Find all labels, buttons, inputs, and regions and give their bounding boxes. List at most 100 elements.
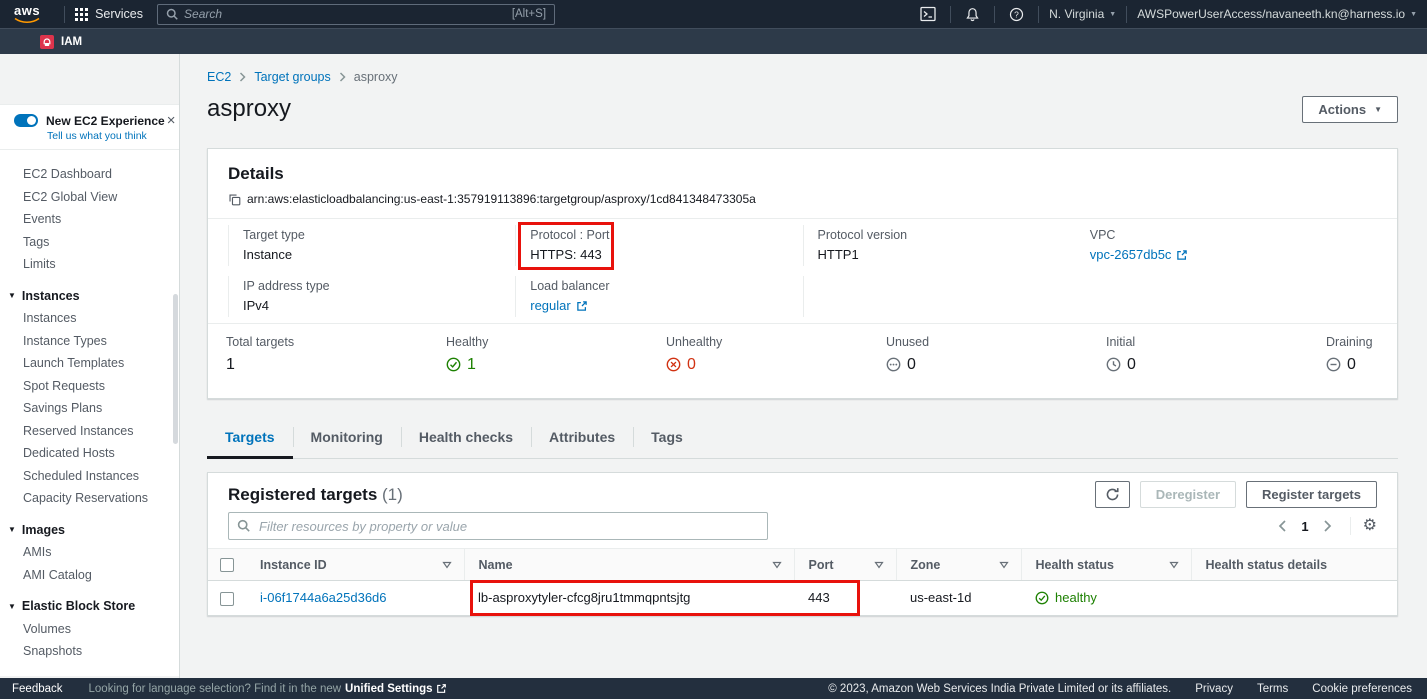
select-all-checkbox[interactable]	[220, 558, 234, 572]
nav-divider	[1038, 6, 1039, 23]
target-counters: Total targets 1 He	[208, 324, 1397, 398]
sort-icon[interactable]	[442, 561, 452, 569]
target-group-arn: arn:aws:elasticloadbalancing:us-east-1:3…	[247, 192, 756, 206]
sidebar-item[interactable]: Scheduled Instances	[0, 465, 179, 488]
counter: Unhealthy 0	[666, 334, 886, 374]
targets-table: Instance ID Name Port Zone Health status…	[208, 548, 1397, 615]
sidebar-item[interactable]: Tags	[0, 231, 179, 254]
sidebar-item[interactable]: Spot Requests	[0, 375, 179, 398]
counter: Healthy 1	[446, 334, 666, 374]
tab[interactable]: Tags	[633, 417, 701, 459]
cloudshell-button[interactable]	[916, 6, 940, 22]
actions-button[interactable]: Actions ▼	[1302, 96, 1398, 123]
detail-field	[1090, 276, 1377, 317]
sidebar-item[interactable]: Instance Types	[0, 330, 179, 353]
deregister-button[interactable]: Deregister	[1140, 481, 1236, 508]
table-row: i-06f1744a6a25d36d6 lb-asproxytyler-cfcg…	[208, 581, 1397, 615]
breadcrumb: EC2 Target groups asproxy	[207, 70, 1398, 84]
filter-input[interactable]	[228, 512, 768, 540]
sidebar-item[interactable]: Capacity Reservations	[0, 487, 179, 510]
counter-label: Initial	[1106, 334, 1326, 350]
column-header-instance-id[interactable]: Instance ID	[246, 549, 464, 581]
sidebar-item[interactable]: Dedicated Hosts	[0, 442, 179, 465]
external-link-icon	[1176, 249, 1188, 261]
current-page: 1	[1297, 519, 1312, 534]
settings-gear-icon[interactable]: ⚙	[1363, 518, 1377, 534]
sidebar-scrollbar[interactable]	[173, 294, 178, 444]
sidebar-item[interactable]: Savings Plans	[0, 397, 179, 420]
pagination: 1 ⚙	[1272, 517, 1377, 535]
search-input[interactable]	[184, 7, 512, 21]
notifications-button[interactable]	[961, 7, 984, 22]
sort-icon[interactable]	[874, 561, 884, 569]
column-header-zone[interactable]: Zone	[896, 549, 1021, 581]
detail-value: HTTPS: 443	[530, 247, 792, 263]
unified-settings-link[interactable]: Unified Settings	[345, 683, 447, 695]
close-icon[interactable]: ×	[165, 113, 178, 128]
sidebar-item[interactable]: AMIs	[0, 541, 179, 564]
tab[interactable]: Health checks	[401, 417, 531, 459]
column-header-port[interactable]: Port	[794, 549, 896, 581]
sidebar-item[interactable]: Reserved Instances	[0, 420, 179, 443]
aws-logo[interactable]: aws	[14, 5, 40, 24]
account-menu[interactable]: AWSPowerUserAccess/navaneeth.kn@harness.…	[1137, 7, 1417, 21]
sidebar-item[interactable]: EC2 Global View	[0, 186, 179, 209]
counter: Draining 0	[1326, 334, 1379, 374]
region-selector[interactable]: N. Virginia ▼	[1049, 7, 1116, 21]
account-label: AWSPowerUserAccess/navaneeth.kn@harness.…	[1137, 7, 1405, 21]
detail-label: Target type	[243, 227, 505, 243]
sidebar-item[interactable]: Launch Templates	[0, 352, 179, 375]
health-status-cell: healthy	[1035, 590, 1179, 605]
sidebar-item[interactable]: AMI Catalog	[0, 564, 179, 587]
sidebar-section-ebs[interactable]: ▼ Elastic Block Store	[0, 595, 179, 618]
column-header-name[interactable]: Name	[464, 549, 794, 581]
nav-divider	[950, 6, 951, 23]
sort-icon[interactable]	[1169, 561, 1179, 569]
copy-icon[interactable]	[228, 193, 241, 206]
next-page-button[interactable]	[1317, 518, 1338, 534]
sidebar-section-instances[interactable]: ▼ Instances	[0, 285, 179, 308]
sidebar-item[interactable]: EC2 Dashboard	[0, 163, 179, 186]
previous-page-button[interactable]	[1272, 518, 1293, 534]
detail-label	[1090, 278, 1367, 294]
nav-divider	[1126, 6, 1127, 23]
chevron-down-icon: ▼	[1410, 11, 1417, 18]
external-link-icon	[576, 300, 588, 312]
register-targets-button[interactable]: Register targets	[1246, 481, 1377, 508]
detail-field: Target type Instance	[228, 225, 515, 266]
sidebar-item[interactable]: Instances	[0, 307, 179, 330]
new-experience-toggle[interactable]	[14, 114, 38, 127]
sidebar-item[interactable]: Events	[0, 208, 179, 231]
sort-icon[interactable]	[999, 561, 1009, 569]
help-button[interactable]: ?	[1005, 7, 1028, 22]
registered-targets-heading: Registered targets (1)	[228, 484, 403, 506]
global-search[interactable]: [Alt+S]	[157, 4, 555, 25]
divider	[1350, 517, 1351, 535]
tab[interactable]: Attributes	[531, 417, 633, 459]
breadcrumb-target-groups[interactable]: Target groups	[254, 70, 330, 84]
sidebar-section-images[interactable]: ▼ Images	[0, 519, 179, 542]
tab[interactable]: Monitoring	[293, 417, 401, 459]
services-menu-button[interactable]: Services	[75, 7, 143, 21]
favorites-bar: IAM	[0, 28, 1427, 54]
breadcrumb-ec2[interactable]: EC2	[207, 70, 231, 84]
sidebar-item[interactable]: Snapshots	[0, 640, 179, 663]
sort-icon[interactable]	[772, 561, 782, 569]
detail-value-link[interactable]: regular	[530, 298, 587, 314]
favorite-iam[interactable]: IAM	[40, 35, 82, 49]
instance-id-link[interactable]: i-06f1744a6a25d36d6	[260, 590, 387, 605]
sidebar-item[interactable]: Limits	[0, 253, 179, 276]
privacy-link[interactable]: Privacy	[1195, 683, 1233, 695]
feedback-link[interactable]: Feedback	[12, 683, 63, 695]
top-navigation-bar: aws Services [Alt+S]	[0, 0, 1427, 28]
cookie-preferences-link[interactable]: Cookie preferences	[1312, 683, 1412, 695]
sidebar-item[interactable]: Volumes	[0, 618, 179, 641]
refresh-button[interactable]	[1095, 481, 1130, 508]
detail-value-link[interactable]: vpc-2657db5c	[1090, 247, 1189, 263]
terms-link[interactable]: Terms	[1257, 683, 1288, 695]
tab[interactable]: Targets	[207, 417, 293, 459]
sidebar-ebs-list: VolumesSnapshots	[0, 618, 179, 663]
banner-feedback-link[interactable]: Tell us what you think	[47, 130, 169, 142]
row-checkbox[interactable]	[220, 592, 234, 606]
column-header-health-status[interactable]: Health status	[1021, 549, 1191, 581]
